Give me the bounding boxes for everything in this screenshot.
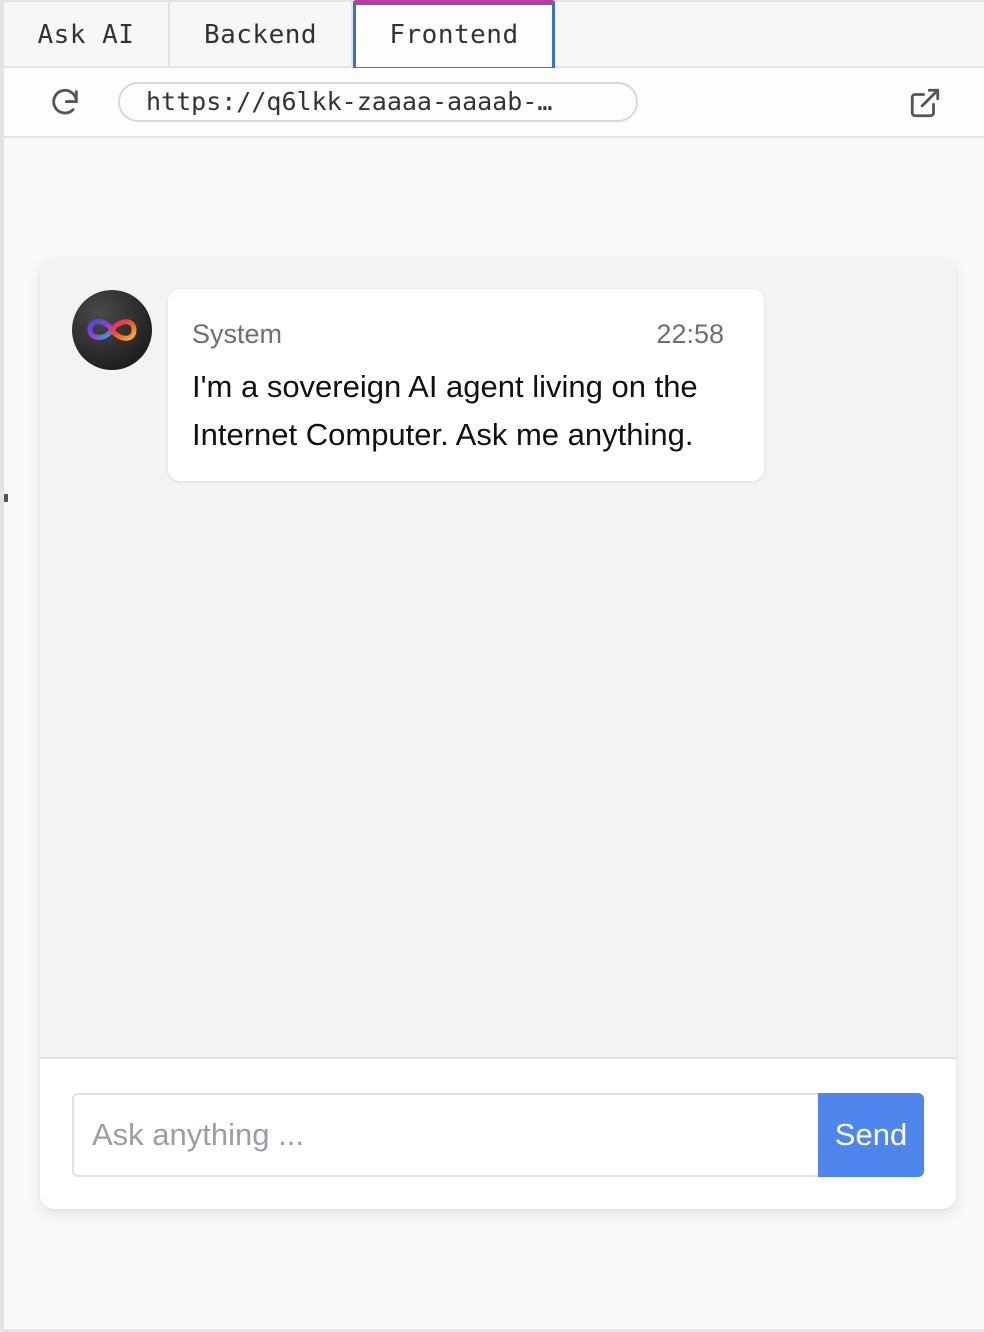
- url-field[interactable]: https://q6lkk-zaaaa-aaaab-…: [118, 82, 638, 122]
- composer: Send: [72, 1093, 924, 1177]
- message-time: 22:58: [656, 319, 724, 349]
- url-bar: https://q6lkk-zaaaa-aaaab-…: [4, 68, 984, 138]
- tab-backend[interactable]: Backend: [170, 2, 353, 68]
- tab-frontend[interactable]: Frontend: [353, 0, 555, 70]
- tab-ask-ai[interactable]: Ask AI: [4, 2, 170, 68]
- message-list[interactable]: System 22:58 I'm a sovereign AI agent li…: [40, 258, 956, 1059]
- external-link-icon[interactable]: [908, 86, 942, 120]
- app-frame: Ask AI Backend Frontend https://q6lkk-za…: [0, 0, 984, 1332]
- infinity-logo-icon: [87, 319, 137, 341]
- chat-card: System 22:58 I'm a sovereign AI agent li…: [40, 258, 956, 1209]
- message-bubble: System 22:58 I'm a sovereign AI agent li…: [168, 289, 764, 481]
- tab-bar: Ask AI Backend Frontend: [4, 0, 984, 70]
- send-button[interactable]: Send: [818, 1093, 924, 1177]
- avatar: [72, 290, 152, 370]
- refresh-icon[interactable]: [48, 86, 82, 120]
- divider-tick: [4, 494, 8, 502]
- chat-input[interactable]: [72, 1093, 820, 1177]
- message-sender: System: [192, 319, 283, 349]
- message-text: I'm a sovereign AI agent living on the I…: [192, 369, 698, 452]
